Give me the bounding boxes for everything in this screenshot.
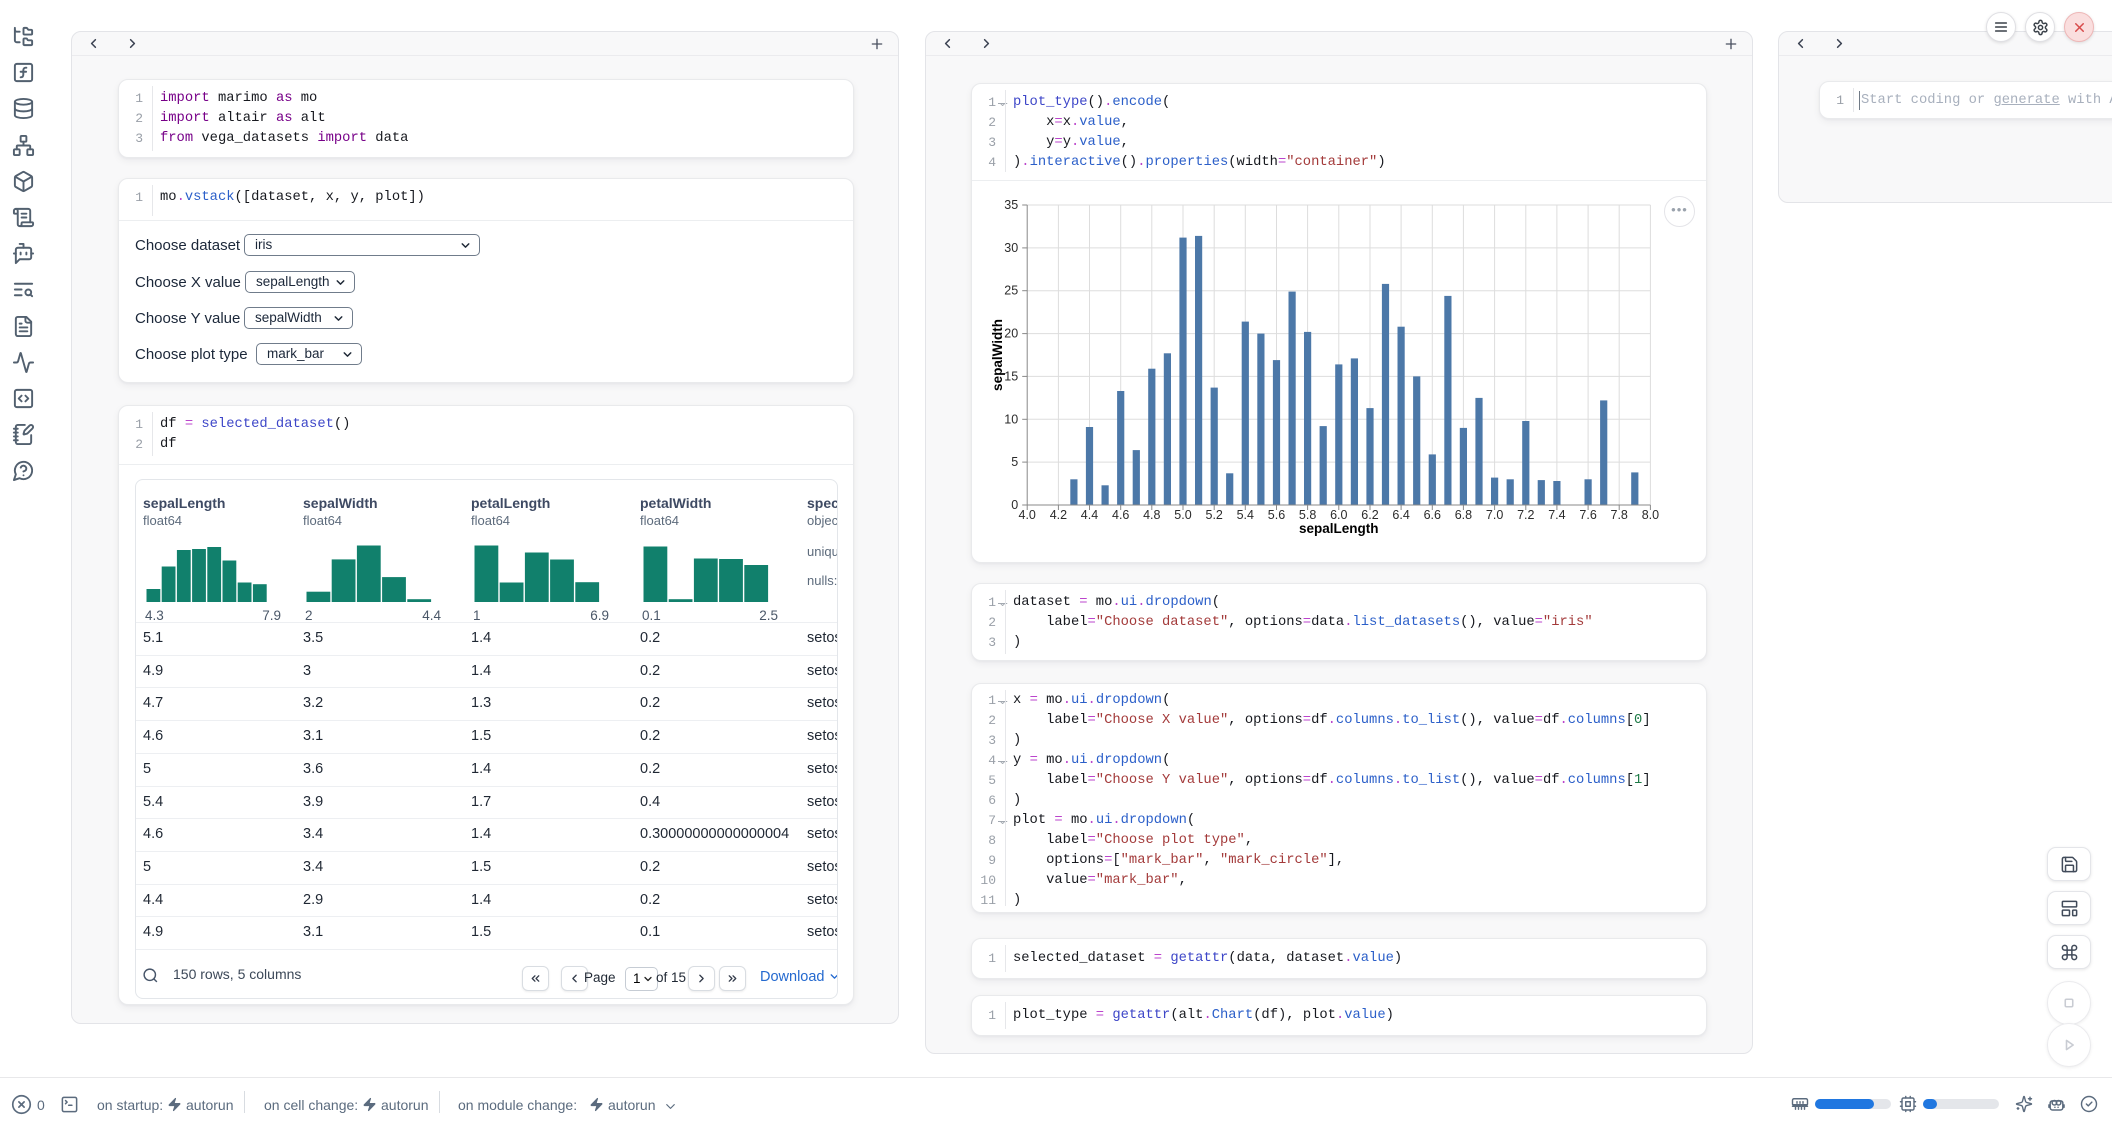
svg-text:5.2: 5.2 (1206, 508, 1223, 522)
svg-text:5.4: 5.4 (1237, 508, 1254, 522)
svg-text:4.2: 4.2 (1050, 508, 1067, 522)
svg-text:35: 35 (1004, 198, 1018, 212)
svg-text:20: 20 (1004, 327, 1018, 341)
svg-text:4.4: 4.4 (1081, 508, 1098, 522)
svg-text:15: 15 (1004, 369, 1018, 383)
svg-text:6.2: 6.2 (1361, 508, 1378, 522)
svg-text:6.6: 6.6 (1424, 508, 1441, 522)
svg-text:4.6: 4.6 (1112, 508, 1129, 522)
svg-text:6.8: 6.8 (1455, 508, 1472, 522)
svg-text:0: 0 (1011, 498, 1018, 512)
svg-text:sepalLength: sepalLength (1299, 521, 1379, 536)
svg-text:8.0: 8.0 (1642, 508, 1659, 522)
svg-text:7.8: 7.8 (1611, 508, 1628, 522)
svg-text:30: 30 (1004, 241, 1018, 255)
svg-text:10: 10 (1004, 412, 1018, 426)
svg-text:7.4: 7.4 (1548, 508, 1565, 522)
svg-text:sepalWidth: sepalWidth (990, 319, 1005, 391)
svg-text:4.0: 4.0 (1019, 508, 1036, 522)
svg-text:7.6: 7.6 (1579, 508, 1596, 522)
svg-text:6.4: 6.4 (1392, 508, 1409, 522)
svg-text:7.2: 7.2 (1517, 508, 1534, 522)
svg-text:5.6: 5.6 (1268, 508, 1285, 522)
svg-text:7.0: 7.0 (1486, 508, 1503, 522)
svg-text:4.8: 4.8 (1143, 508, 1160, 522)
svg-text:5.0: 5.0 (1174, 508, 1191, 522)
svg-text:5: 5 (1011, 455, 1018, 469)
svg-text:5.8: 5.8 (1299, 508, 1316, 522)
svg-text:25: 25 (1004, 284, 1018, 298)
svg-text:6.0: 6.0 (1330, 508, 1347, 522)
